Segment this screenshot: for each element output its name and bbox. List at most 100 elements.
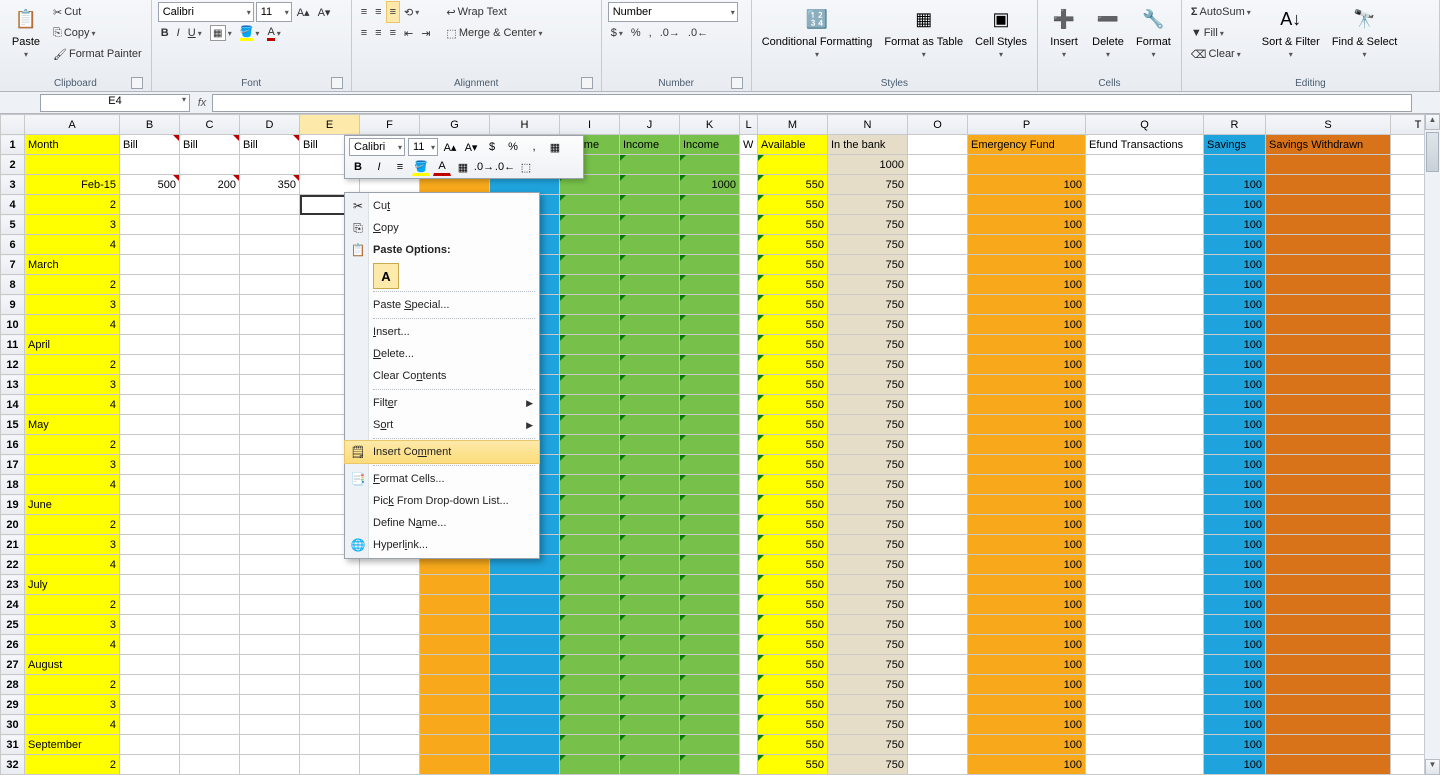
cell-N16[interactable]: 750 — [828, 435, 908, 455]
row-header-20[interactable]: 20 — [1, 515, 25, 535]
cell-I20[interactable] — [560, 515, 620, 535]
cell-J5[interactable] — [620, 215, 680, 235]
cell-L13[interactable] — [740, 375, 758, 395]
delete-cells-button[interactable]: ➖Delete — [1088, 2, 1128, 62]
mini-comma[interactable]: , — [525, 138, 543, 156]
row-header-2[interactable]: 2 — [1, 155, 25, 175]
cell-M2[interactable] — [758, 155, 828, 175]
cell-S16[interactable] — [1266, 435, 1391, 455]
cell-R3[interactable]: 100 — [1204, 175, 1266, 195]
cell-C13[interactable] — [180, 375, 240, 395]
cell-P25[interactable]: 100 — [968, 615, 1086, 635]
cell-L8[interactable] — [740, 275, 758, 295]
cell-O27[interactable] — [908, 655, 968, 675]
align-right-button[interactable]: ≡ — [387, 23, 399, 43]
wrap-text-button[interactable]: ↩Wrap Text — [443, 2, 545, 22]
font-size-combo[interactable]: 11 — [256, 2, 292, 22]
cell-A5[interactable]: 3 — [25, 215, 120, 235]
cell-R8[interactable]: 100 — [1204, 275, 1266, 295]
cell-P32[interactable]: 100 — [968, 755, 1086, 775]
cell-N26[interactable]: 750 — [828, 635, 908, 655]
cell-J9[interactable] — [620, 295, 680, 315]
cell-B32[interactable] — [120, 755, 180, 775]
cell-A10[interactable]: 4 — [25, 315, 120, 335]
cell-I26[interactable] — [560, 635, 620, 655]
cell-F29[interactable] — [360, 695, 420, 715]
cell-O2[interactable] — [908, 155, 968, 175]
cell-J19[interactable] — [620, 495, 680, 515]
cell-C23[interactable] — [180, 575, 240, 595]
cell-D25[interactable] — [240, 615, 300, 635]
cell-D15[interactable] — [240, 415, 300, 435]
cell-M17[interactable]: 550 — [758, 455, 828, 475]
cell-N12[interactable]: 750 — [828, 355, 908, 375]
cell-L25[interactable] — [740, 615, 758, 635]
fill-button[interactable]: ▼Fill — [1188, 23, 1254, 43]
cell-S30[interactable] — [1266, 715, 1391, 735]
cell-N21[interactable]: 750 — [828, 535, 908, 555]
ctx-delete[interactable]: Delete... — [345, 343, 539, 365]
cell-N31[interactable]: 750 — [828, 735, 908, 755]
fill-color-button[interactable]: 🪣 — [237, 23, 263, 43]
font-face-combo[interactable]: Calibri — [158, 2, 254, 22]
cell-G32[interactable] — [420, 755, 490, 775]
cell-K21[interactable] — [680, 535, 740, 555]
cell-K5[interactable] — [680, 215, 740, 235]
mini-borders[interactable]: ▦ — [454, 158, 472, 176]
cell-C30[interactable] — [180, 715, 240, 735]
cell-I27[interactable] — [560, 655, 620, 675]
cell-B31[interactable] — [120, 735, 180, 755]
cell-Q25[interactable] — [1086, 615, 1204, 635]
cell-N29[interactable]: 750 — [828, 695, 908, 715]
mini-shrink-font[interactable]: A▾ — [462, 138, 480, 156]
cell-R7[interactable]: 100 — [1204, 255, 1266, 275]
cell-M25[interactable]: 550 — [758, 615, 828, 635]
cell-R2[interactable] — [1204, 155, 1266, 175]
decrease-font-button[interactable]: A▾ — [315, 2, 334, 22]
cell-J31[interactable] — [620, 735, 680, 755]
cell-D19[interactable] — [240, 495, 300, 515]
row-header-1[interactable]: 1 — [1, 135, 25, 155]
cell-Q30[interactable] — [1086, 715, 1204, 735]
cell-N17[interactable]: 750 — [828, 455, 908, 475]
ctx-filter[interactable]: Filter▶ — [345, 392, 539, 414]
mini-align[interactable]: ≡ — [391, 158, 409, 176]
row-header-6[interactable]: 6 — [1, 235, 25, 255]
cell-E27[interactable] — [300, 655, 360, 675]
italic-button[interactable]: I — [174, 23, 183, 43]
row-header-23[interactable]: 23 — [1, 575, 25, 595]
cell-E25[interactable] — [300, 615, 360, 635]
cell-O10[interactable] — [908, 315, 968, 335]
cell-styles-button[interactable]: ▣Cell Styles — [971, 2, 1031, 62]
cell-C14[interactable] — [180, 395, 240, 415]
cell-J27[interactable] — [620, 655, 680, 675]
row-header-30[interactable]: 30 — [1, 715, 25, 735]
cell-P5[interactable]: 100 — [968, 215, 1086, 235]
cell-P27[interactable]: 100 — [968, 655, 1086, 675]
cell-L24[interactable] — [740, 595, 758, 615]
row-header-28[interactable]: 28 — [1, 675, 25, 695]
cell-I30[interactable] — [560, 715, 620, 735]
row-header-25[interactable]: 25 — [1, 615, 25, 635]
cell-I5[interactable] — [560, 215, 620, 235]
row-header-3[interactable]: 3 — [1, 175, 25, 195]
alignment-dialog-launcher[interactable] — [581, 77, 593, 89]
cell-F30[interactable] — [360, 715, 420, 735]
cell-M29[interactable]: 550 — [758, 695, 828, 715]
cell-M10[interactable]: 550 — [758, 315, 828, 335]
cell-H27[interactable] — [490, 655, 560, 675]
ctx-pick-list[interactable]: Pick From Drop-down List... — [345, 490, 539, 512]
cell-L7[interactable] — [740, 255, 758, 275]
cell-N13[interactable]: 750 — [828, 375, 908, 395]
cell-O22[interactable] — [908, 555, 968, 575]
align-center-button[interactable]: ≡ — [372, 23, 384, 43]
cell-I19[interactable] — [560, 495, 620, 515]
col-header-A[interactable]: A — [25, 115, 120, 135]
cell-K29[interactable] — [680, 695, 740, 715]
cell-R17[interactable]: 100 — [1204, 455, 1266, 475]
cell-R10[interactable]: 100 — [1204, 315, 1266, 335]
cell-L26[interactable] — [740, 635, 758, 655]
cell-S3[interactable] — [1266, 175, 1391, 195]
cell-L32[interactable] — [740, 755, 758, 775]
font-dialog-launcher[interactable] — [331, 77, 343, 89]
